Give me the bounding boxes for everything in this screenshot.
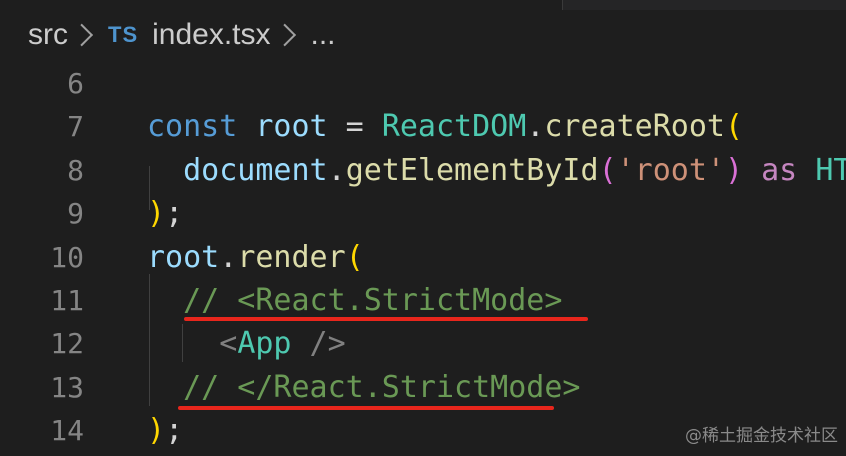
code-text: ); <box>147 192 183 235</box>
line-number: 14 <box>50 414 84 448</box>
line-number: 8 <box>67 153 84 187</box>
code-token: // </React.StrictMode> <box>147 369 581 405</box>
code-token: ) <box>147 413 166 449</box>
code-token: 'root' <box>616 152 725 188</box>
chevron-right-icon <box>70 23 94 47</box>
line-number: 10 <box>50 240 84 274</box>
code-line[interactable]: 9); <box>0 192 846 235</box>
code-line[interactable]: 13 // </React.StrictMode> <box>0 366 846 409</box>
code-token: ; <box>165 196 184 232</box>
code-token: ) <box>725 152 744 188</box>
indent-guide <box>149 274 150 406</box>
code-token: as <box>743 152 816 188</box>
watermark: @稀土掘金技术社区 <box>685 426 838 446</box>
red-underline-annotation <box>178 406 554 410</box>
code-token: ( <box>725 109 744 145</box>
code-token: HTML <box>815 152 846 188</box>
code-line[interactable]: 8 document.getElementById('root') as HTM… <box>0 149 846 192</box>
breadcrumb-more[interactable]: ... <box>311 18 336 52</box>
code-text: <App /> <box>147 322 346 365</box>
code-token: . <box>526 109 545 145</box>
code-text: ); <box>147 409 183 452</box>
code-token: render <box>237 239 346 275</box>
code-line[interactable]: 7 const root = ReactDOM.createRoot( <box>0 105 846 148</box>
code-token: App <box>237 326 292 362</box>
code-token: document <box>147 152 328 188</box>
code-text: // </React.StrictMode> <box>147 366 580 409</box>
code-token: // <React.StrictMode> <box>147 283 563 318</box>
chevron-right-icon <box>272 23 296 47</box>
line-number: 9 <box>67 197 84 231</box>
breadcrumb: src TS index.tsx ... <box>28 12 336 58</box>
tab-separator <box>562 0 563 10</box>
tab-strip <box>0 0 846 10</box>
line-number: 12 <box>50 327 84 361</box>
code-token: ReactDOM <box>381 109 527 145</box>
code-token: ( <box>598 152 617 188</box>
code-line[interactable]: 12 <App /> <box>0 322 846 365</box>
breadcrumb-file[interactable]: index.tsx <box>152 18 270 52</box>
code-token: < <box>147 326 238 362</box>
code-token: /> <box>291 326 346 362</box>
code-token: createRoot <box>544 109 725 145</box>
code-token: . <box>219 239 238 275</box>
code-line[interactable]: 10 root.render( <box>0 236 846 279</box>
code-token: = <box>327 109 382 145</box>
code-token: root <box>147 239 220 275</box>
code-text: root.render( <box>147 236 364 279</box>
line-number: 6 <box>67 67 84 100</box>
code-line[interactable]: 6 <box>0 62 846 105</box>
indent-guide <box>149 166 150 210</box>
code-token: const <box>147 109 238 145</box>
code-token: root <box>255 109 328 145</box>
code-text: const root = ReactDOM.createRoot( <box>147 105 743 148</box>
code-token: ( <box>345 239 364 275</box>
active-tab[interactable] <box>0 0 562 10</box>
line-number: 7 <box>67 110 84 144</box>
code-text: document.getElementById('root') as HTML <box>147 149 846 192</box>
code-token: getElementById <box>345 152 599 188</box>
code-text: // <React.StrictMode> <box>147 279 562 322</box>
code-token: . <box>327 152 346 188</box>
code-token: ; <box>165 413 184 449</box>
line-number: 11 <box>50 284 84 317</box>
breadcrumb-folder[interactable]: src <box>28 18 68 52</box>
code-line[interactable]: 11 // <React.StrictMode> <box>0 279 846 322</box>
code-editor[interactable]: 6 7 const root = ReactDOM.createRoot(8 doc… <box>0 62 846 456</box>
typescript-file-icon: TS <box>108 22 139 47</box>
red-underline-annotation <box>184 317 588 321</box>
line-number: 13 <box>50 370 84 404</box>
indent-guide <box>182 324 183 362</box>
